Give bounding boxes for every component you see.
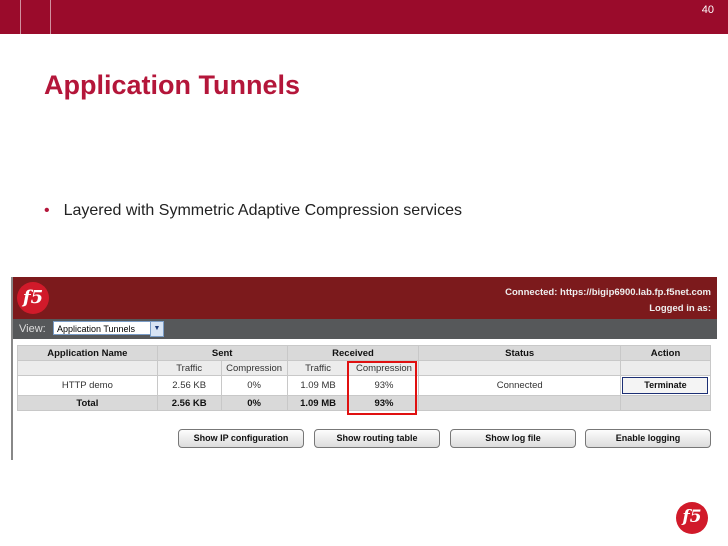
- app-header: f5 Connected: https://bigip6900.lab.fp.f…: [13, 277, 717, 319]
- compression-highlight-box: [347, 361, 417, 415]
- enable-logging-button[interactable]: Enable logging: [585, 429, 711, 448]
- cell-status: Connected: [418, 375, 621, 396]
- header-divider: [20, 0, 21, 34]
- subheader-empty: [418, 360, 621, 376]
- show-log-file-button[interactable]: Show log file: [450, 429, 576, 448]
- cell-total-sent-compression: 0%: [220, 395, 288, 411]
- cell-total-sent-traffic: 2.56 KB: [156, 395, 222, 411]
- cell-app-name: HTTP demo: [17, 375, 158, 396]
- table-header-row: Application Name Sent Received Status Ac…: [17, 345, 712, 361]
- slide-number: 40: [701, 4, 714, 16]
- header-divider: [50, 0, 51, 34]
- view-select[interactable]: Application Tunnels ▼: [53, 321, 164, 337]
- logged-in-label: Logged in as:: [649, 303, 711, 314]
- col-sent: Sent: [156, 345, 288, 361]
- chevron-down-icon[interactable]: ▼: [150, 321, 164, 337]
- cell-sent-compression: 0%: [220, 375, 288, 396]
- subheader-sent-compression: Compression: [220, 360, 288, 376]
- slide-title: Application Tunnels: [44, 70, 300, 100]
- bullet-item: • Layered with Symmetric Adaptive Compres…: [44, 202, 462, 220]
- view-bar: View: Application Tunnels ▼: [13, 319, 717, 339]
- subheader-sent-traffic: Traffic: [156, 360, 222, 376]
- col-status: Status: [418, 345, 621, 361]
- col-application-name: Application Name: [17, 345, 158, 361]
- bullet-text: Layered with Symmetric Adaptive Compress…: [63, 202, 462, 219]
- cell-total-empty: [619, 395, 712, 411]
- subheader-received-traffic: Traffic: [286, 360, 350, 376]
- cell-total-empty: [418, 395, 621, 411]
- cell-received-traffic: 1.09 MB: [286, 375, 350, 396]
- embedded-screenshot: f5 Connected: https://bigip6900.lab.fp.f…: [11, 277, 717, 460]
- f5-logo: f5: [17, 282, 49, 314]
- cell-sent-traffic: 2.56 KB: [156, 375, 222, 396]
- subheader-empty: [17, 360, 158, 376]
- cell-total-label: Total: [17, 395, 158, 411]
- slide-header-bar: 40: [0, 0, 728, 34]
- show-routing-table-button[interactable]: Show routing table: [314, 429, 440, 448]
- cell-action: Terminate: [619, 375, 712, 396]
- subheader-empty: [619, 360, 712, 376]
- col-action: Action: [619, 345, 712, 361]
- f5-corner-logo: f5: [676, 502, 708, 534]
- view-label: View:: [19, 323, 46, 335]
- terminate-button[interactable]: Terminate: [622, 377, 709, 394]
- connection-status: Connected: https://bigip6900.lab.fp.f5ne…: [505, 287, 711, 298]
- show-ip-configuration-button[interactable]: Show IP configuration: [178, 429, 304, 448]
- cell-total-received-traffic: 1.09 MB: [286, 395, 350, 411]
- bullet-dot-icon: •: [44, 202, 50, 219]
- col-received: Received: [286, 345, 420, 361]
- view-select-value: Application Tunnels: [57, 324, 136, 334]
